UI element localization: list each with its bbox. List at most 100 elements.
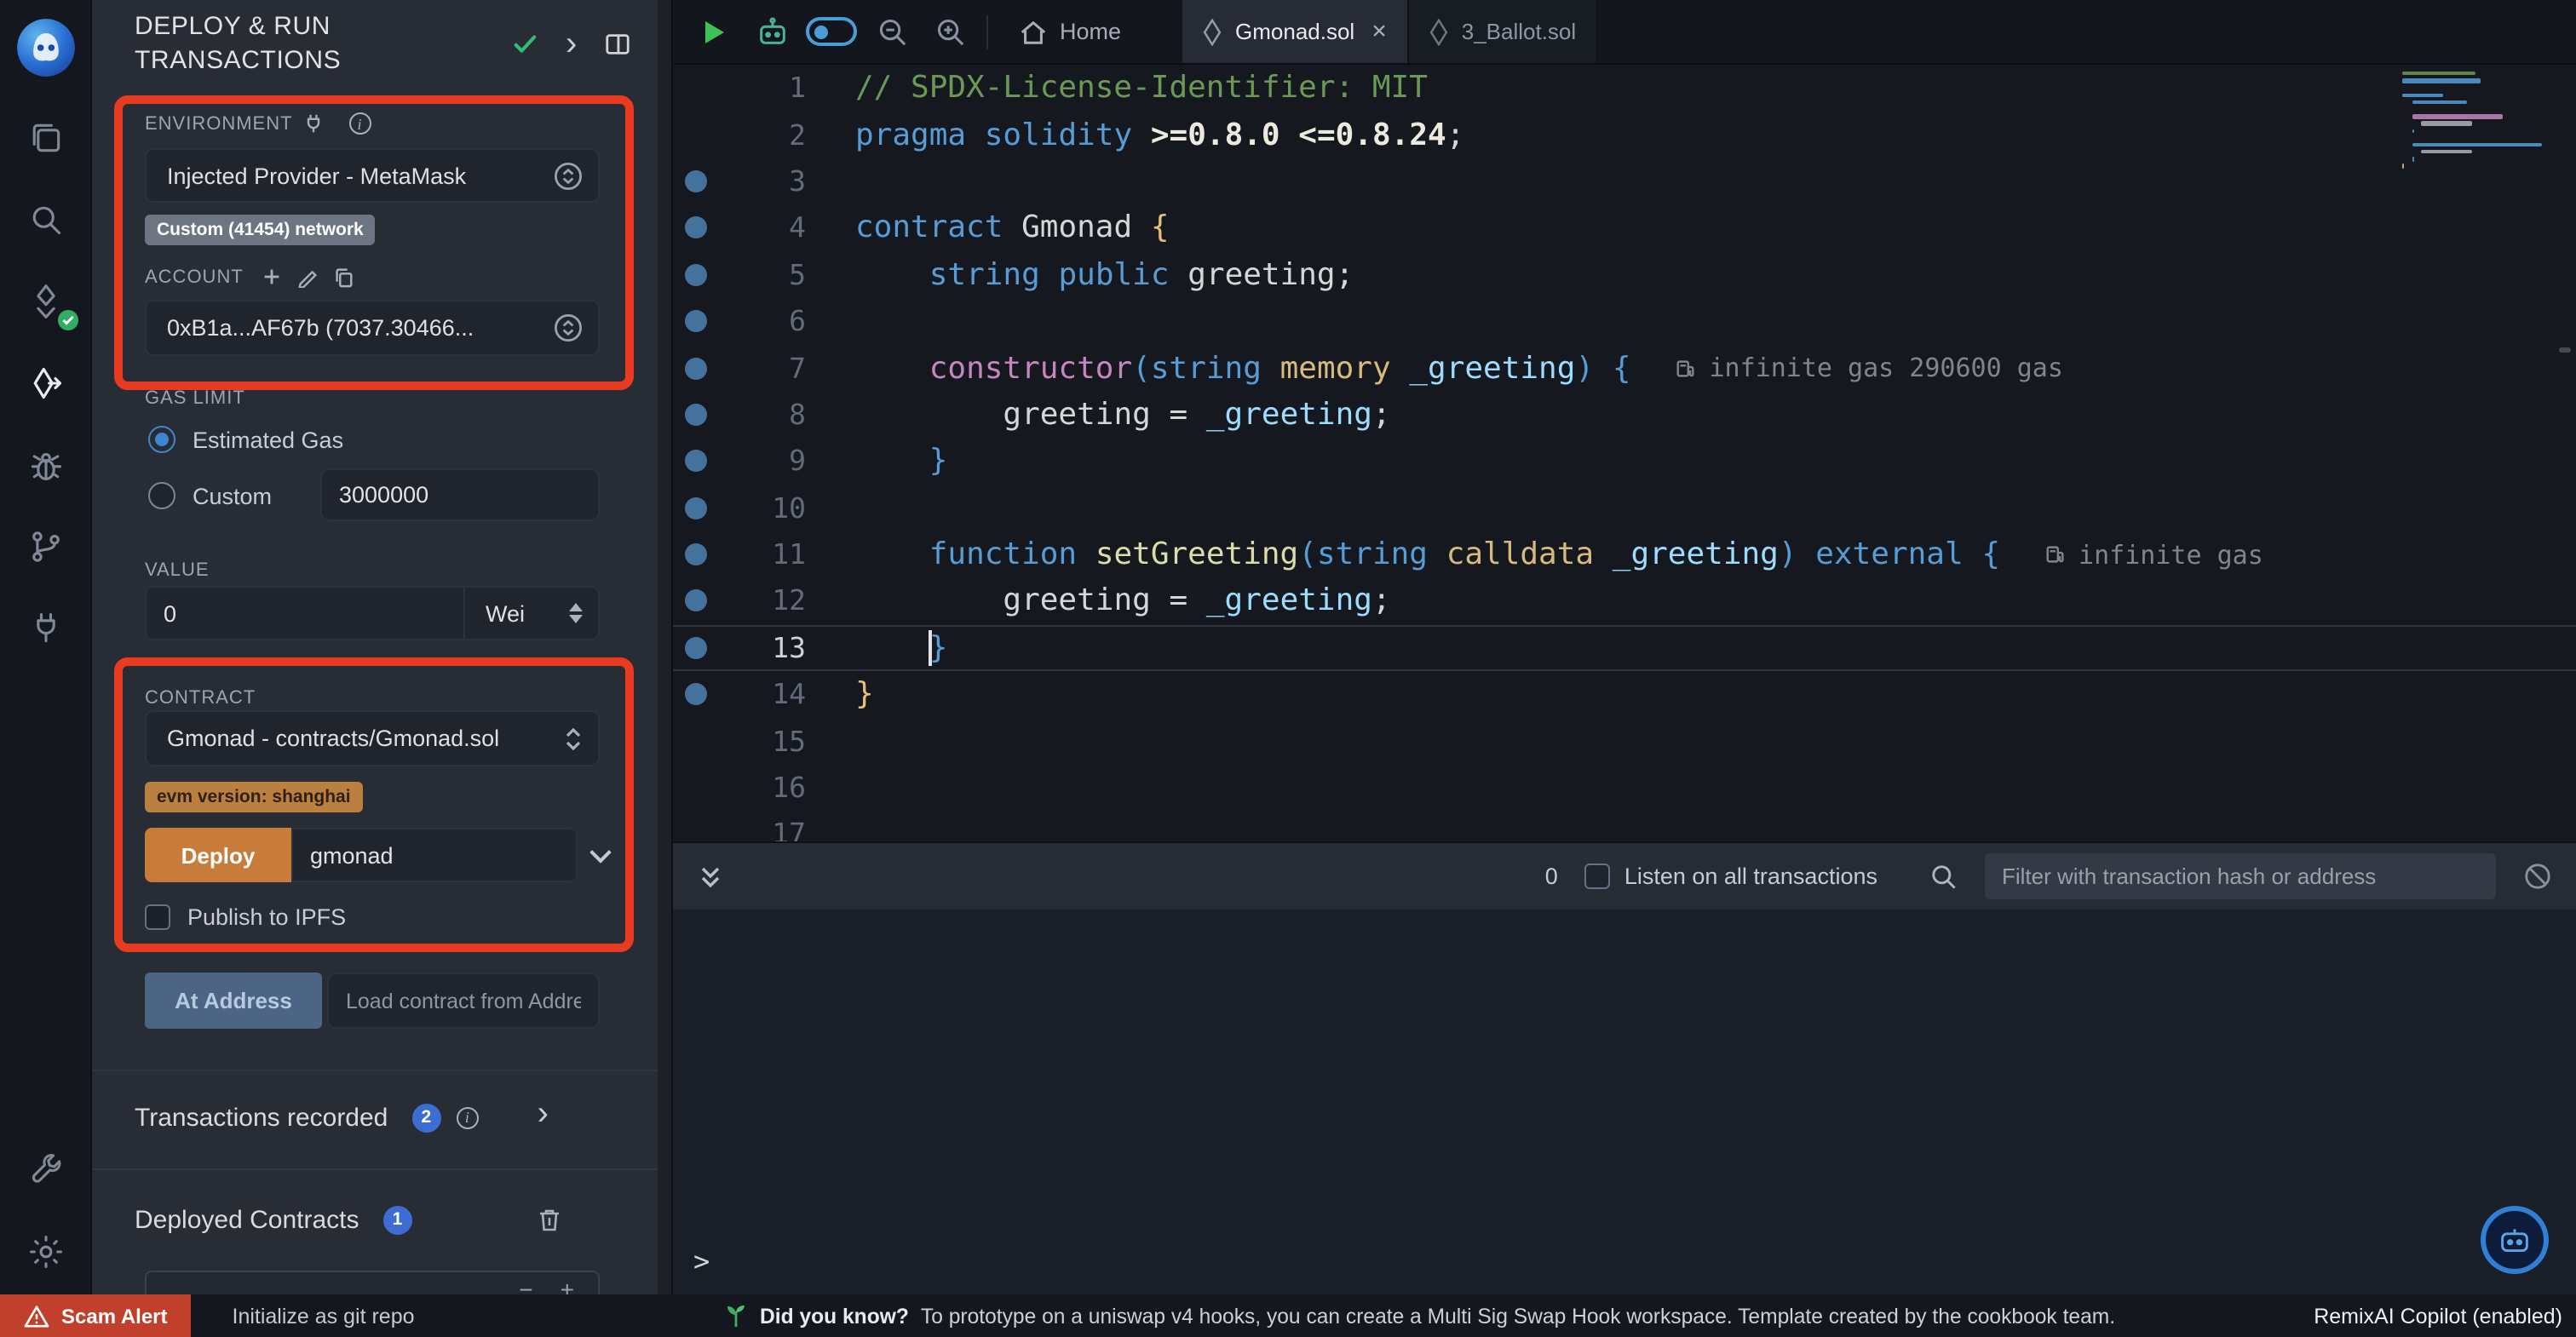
- listen-all-transactions-option[interactable]: Listen on all transactions: [1585, 864, 1877, 889]
- listen-checkbox[interactable]: [1585, 864, 1611, 889]
- breakpoint-dot[interactable]: [684, 450, 706, 473]
- deployed-contract-item-partial[interactable]: − +: [145, 1271, 600, 1294]
- deploy-argument-input[interactable]: [291, 828, 578, 882]
- code-line[interactable]: 2pragma solidity >=0.8.0 <=0.8.24;: [673, 112, 2576, 158]
- remixai-assistant-button[interactable]: [2481, 1206, 2549, 1274]
- solidity-file-icon: [1203, 18, 1222, 45]
- environment-info-icon[interactable]: i: [349, 112, 371, 135]
- environment-label: ENVIRONMENT i: [145, 112, 371, 135]
- custom-gas-option[interactable]: Custom: [148, 479, 272, 513]
- copilot-toggle[interactable]: [806, 17, 857, 46]
- breakpoint-dot[interactable]: [684, 264, 706, 286]
- compile-success-badge: [57, 310, 78, 330]
- debugger-icon[interactable]: [0, 436, 91, 494]
- at-address-input[interactable]: [327, 973, 600, 1029]
- git-init-button[interactable]: Initialize as git repo: [233, 1304, 415, 1328]
- copilot-status[interactable]: RemixAI Copilot (enabled): [2314, 1304, 2562, 1328]
- code-line[interactable]: 17: [673, 812, 2576, 842]
- breakpoint-dot[interactable]: [684, 684, 706, 706]
- breakpoint-dot[interactable]: [684, 310, 706, 332]
- breakpoint-dot[interactable]: [684, 404, 706, 426]
- deploy-button[interactable]: Deploy: [145, 828, 291, 882]
- tab-ballot-sol[interactable]: 3_Ballot.sol: [1409, 0, 1598, 63]
- publish-to-ipfs-option[interactable]: Publish to IPFS: [145, 899, 346, 933]
- pin-panel-icon[interactable]: [603, 31, 632, 58]
- plus-icon[interactable]: +: [561, 1276, 574, 1294]
- deploy-and-run-icon[interactable]: [0, 354, 91, 412]
- tab-gmonad-sol[interactable]: Gmonad.sol ×: [1182, 0, 1409, 63]
- terminal-search-icon[interactable]: [1929, 862, 1958, 891]
- transactions-expand-chevron[interactable]: ›: [538, 1097, 549, 1131]
- breakpoint-dot[interactable]: [684, 496, 706, 519]
- transactions-recorded-row[interactable]: Transactions recorded 2 i ›: [135, 1092, 624, 1143]
- code-line[interactable]: 11 function setGreeting(string calldata …: [673, 531, 2576, 578]
- at-address-button[interactable]: At Address: [145, 973, 322, 1029]
- breakpoint-dot[interactable]: [684, 590, 706, 612]
- run-script-button[interactable]: [690, 8, 738, 55]
- code-line[interactable]: 7 constructor(string memory _greeting) {…: [673, 345, 2576, 392]
- code-line[interactable]: 10: [673, 485, 2576, 531]
- code-line[interactable]: 15: [673, 718, 2576, 765]
- code-line[interactable]: 9 }: [673, 438, 2576, 485]
- remixai-robot-icon[interactable]: [748, 8, 796, 55]
- zoom-in-icon[interactable]: [925, 8, 973, 55]
- transaction-count: 0: [1545, 864, 1558, 889]
- code-line[interactable]: 14}: [673, 671, 2576, 718]
- tab-home[interactable]: Home: [1002, 0, 1138, 63]
- custom-gas-radio[interactable]: [148, 482, 175, 509]
- breakpoint-dot[interactable]: [684, 637, 706, 659]
- scam-alert-button[interactable]: Scam Alert: [0, 1294, 192, 1337]
- code-line[interactable]: 8 greeting = _greeting;: [673, 391, 2576, 438]
- sign-message-icon[interactable]: [296, 266, 319, 288]
- environment-select[interactable]: Injected Provider - MetaMask: [145, 148, 600, 203]
- value-unit-select[interactable]: Wei: [465, 586, 600, 640]
- panel-scrollbar[interactable]: [658, 0, 671, 1294]
- breakpoint-dot[interactable]: [684, 170, 706, 192]
- zoom-out-icon[interactable]: [867, 8, 915, 55]
- collapse-panel-chevron[interactable]: ›: [566, 27, 577, 61]
- code-line[interactable]: 12 greeting = _greeting;: [673, 578, 2576, 625]
- estimated-gas-radio[interactable]: [148, 426, 175, 453]
- clear-console-icon[interactable]: [2523, 862, 2552, 891]
- contract-select[interactable]: Gmonad - contracts/Gmonad.sol: [145, 710, 600, 766]
- line-number: 12: [717, 585, 806, 617]
- transactions-info-icon[interactable]: i: [456, 1106, 478, 1128]
- tools-icon[interactable]: [0, 1141, 91, 1199]
- publish-ipfs-checkbox[interactable]: [145, 904, 170, 929]
- breakpoint-dot[interactable]: [684, 357, 706, 379]
- create-account-icon[interactable]: [261, 266, 283, 288]
- close-icon[interactable]: ×: [1371, 19, 1387, 44]
- breakpoint-dot[interactable]: [684, 543, 706, 565]
- breakpoint-dot[interactable]: [684, 217, 706, 239]
- search-icon[interactable]: [0, 191, 91, 249]
- remix-logo[interactable]: [14, 17, 76, 78]
- code-line[interactable]: 5 string public greeting;: [673, 251, 2576, 298]
- code-editor[interactable]: 1// SPDX-License-Identifier: MIT2pragma …: [673, 65, 2576, 841]
- terminal[interactable]: >: [673, 910, 2576, 1294]
- value-input[interactable]: [145, 586, 465, 640]
- git-icon[interactable]: [0, 518, 91, 576]
- editor-scrollbar-thumb[interactable]: [2559, 347, 2571, 353]
- solidity-compiler-icon[interactable]: [0, 273, 91, 330]
- code-line[interactable]: 6: [673, 298, 2576, 345]
- code-line[interactable]: 16: [673, 765, 2576, 812]
- estimated-gas-option[interactable]: Estimated Gas: [148, 422, 343, 456]
- trash-icon[interactable]: [537, 1206, 562, 1233]
- transaction-filter-input[interactable]: [1985, 853, 2496, 899]
- deploy-expand-chevron[interactable]: [589, 841, 611, 863]
- account-select[interactable]: 0xB1a...AF67b (7037.30466...: [145, 300, 600, 356]
- code-line[interactable]: 3: [673, 158, 2576, 205]
- deployed-contracts-row[interactable]: Deployed Contracts 1: [135, 1194, 624, 1245]
- code-line[interactable]: 13 }: [673, 624, 2576, 671]
- custom-gas-input[interactable]: [320, 468, 600, 521]
- expand-terminal-icon[interactable]: [697, 863, 724, 890]
- minus-icon[interactable]: −: [519, 1276, 532, 1294]
- settings-icon[interactable]: [0, 1223, 91, 1281]
- code-line[interactable]: 4contract Gmonad {: [673, 204, 2576, 251]
- tip-title: Did you know?: [760, 1304, 909, 1328]
- copy-address-icon[interactable]: [332, 266, 354, 288]
- plugin-manager-icon[interactable]: [0, 600, 91, 657]
- minimap[interactable]: [2402, 72, 2539, 192]
- file-explorer-icon[interactable]: [0, 109, 91, 167]
- code-line[interactable]: 1// SPDX-License-Identifier: MIT: [673, 65, 2576, 112]
